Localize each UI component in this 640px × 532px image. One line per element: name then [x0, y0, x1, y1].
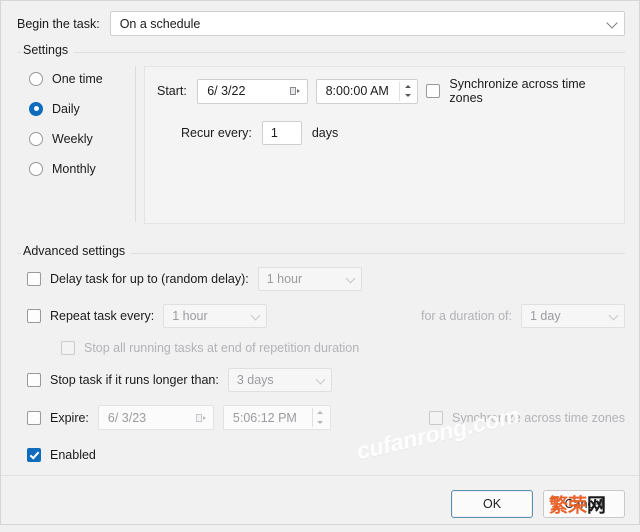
start-time-value: 8:00:00 AM	[326, 84, 389, 98]
recur-label: Recur every:	[181, 126, 252, 140]
delay-task-select[interactable]: 1 hour	[258, 267, 362, 291]
begin-task-row: Begin the task: On a schedule	[1, 1, 639, 36]
expire-sync-timezones-checkbox[interactable]: Synchronize across time zones	[429, 411, 625, 425]
delay-task-label: Delay task for up to (random delay):	[50, 272, 249, 286]
stop-task-longer-select[interactable]: 3 days	[228, 368, 332, 392]
advanced-settings-title: Advanced settings	[21, 244, 131, 258]
sync-timezones-checkbox-box	[426, 84, 440, 98]
dialog-footer: OK Cancel 繁荣网	[1, 475, 639, 532]
stop-task-longer-checkbox-box	[27, 373, 41, 387]
chevron-down-icon	[251, 311, 261, 321]
delay-task-row: Delay task for up to (random delay): 1 h…	[27, 267, 625, 291]
sync-timezones-checkbox[interactable]: Synchronize across time zones	[426, 77, 612, 105]
start-label: Start:	[157, 84, 189, 98]
repeat-interval-value: 1 hour	[172, 309, 207, 323]
sync-timezones-label: Synchronize across time zones	[449, 77, 612, 105]
cancel-button[interactable]: Cancel	[543, 490, 625, 518]
advanced-settings-body: Delay task for up to (random delay): 1 h…	[17, 255, 625, 462]
trigger-settings-dialog: Begin the task: On a schedule Settings O…	[0, 0, 640, 525]
stop-all-running-tasks-checkbox-box	[61, 341, 75, 355]
radio-monthly-label: Monthly	[52, 162, 96, 176]
advanced-settings-group: Advanced settings Delay task for up to (…	[17, 246, 625, 475]
repeat-task-checkbox-box	[27, 309, 41, 323]
stop-task-longer-checkbox[interactable]: Stop task if it runs longer than:	[27, 373, 219, 387]
begin-task-label: Begin the task:	[17, 17, 100, 31]
start-date-input[interactable]: 6/ 3/22	[197, 79, 307, 104]
delay-task-value: 1 hour	[267, 272, 302, 286]
expire-label: Expire:	[50, 411, 89, 425]
begin-task-select[interactable]: On a schedule	[110, 11, 625, 36]
radio-daily-indicator	[29, 102, 43, 116]
enabled-checkbox-box	[27, 448, 41, 462]
stop-all-running-tasks-checkbox[interactable]: Stop all running tasks at end of repetit…	[61, 341, 625, 355]
expire-date-value: 6/ 3/23	[108, 411, 146, 425]
expire-sync-timezones-label: Synchronize across time zones	[452, 411, 625, 425]
schedule-frequency-radiogroup: One time Daily Weekly Monthly	[17, 66, 129, 236]
settings-vertical-divider	[135, 66, 136, 222]
stop-all-running-tasks-row: Stop all running tasks at end of repetit…	[27, 341, 625, 355]
radio-weekly-label: Weekly	[52, 132, 93, 146]
start-time-input[interactable]: 8:00:00 AM	[316, 79, 419, 104]
recur-every-value: 1	[271, 126, 278, 140]
radio-weekly-indicator	[29, 132, 43, 146]
calendar-dropdown-icon[interactable]	[196, 413, 206, 423]
repeat-interval-select[interactable]: 1 hour	[163, 304, 267, 328]
chevron-down-icon	[609, 311, 619, 321]
settings-group-divider	[17, 52, 625, 53]
calendar-dropdown-icon[interactable]	[290, 86, 300, 96]
daily-settings-panel: Start: 6/ 3/22 8:00:00 AM	[144, 66, 625, 224]
start-row: Start: 6/ 3/22 8:00:00 AM	[157, 77, 612, 105]
radio-daily[interactable]: Daily	[29, 96, 129, 121]
chevron-down-icon	[606, 17, 617, 28]
time-spinner-icon[interactable]	[399, 82, 415, 101]
duration-select[interactable]: 1 day	[521, 304, 625, 328]
ok-button[interactable]: OK	[451, 490, 533, 518]
chevron-down-icon	[315, 375, 325, 385]
radio-one-time[interactable]: One time	[29, 66, 129, 91]
repeat-task-row: Repeat task every: 1 hour for a duration…	[27, 304, 625, 328]
expire-date-input[interactable]: 6/ 3/23	[98, 405, 214, 430]
radio-monthly-indicator	[29, 162, 43, 176]
expire-checkbox-box	[27, 411, 41, 425]
stop-task-longer-value: 3 days	[237, 373, 274, 387]
recur-row: Recur every: 1 days	[157, 121, 612, 145]
duration-value: 1 day	[530, 309, 561, 323]
stop-task-longer-row: Stop task if it runs longer than: 3 days	[27, 368, 625, 392]
recur-unit-label: days	[312, 126, 338, 140]
expire-time-value: 5:06:12 PM	[233, 411, 297, 425]
enabled-label: Enabled	[50, 448, 96, 462]
enabled-row: Enabled	[27, 448, 625, 462]
expire-checkbox[interactable]: Expire:	[27, 411, 89, 425]
enabled-checkbox[interactable]: Enabled	[27, 448, 96, 462]
expire-time-input[interactable]: 5:06:12 PM	[223, 405, 331, 430]
radio-monthly[interactable]: Monthly	[29, 156, 129, 181]
delay-task-checkbox-box	[27, 272, 41, 286]
begin-task-value: On a schedule	[120, 17, 201, 31]
settings-group: Settings One time Daily Weekly Monthly	[17, 45, 625, 236]
repeat-task-label: Repeat task every:	[50, 309, 154, 323]
settings-group-title: Settings	[21, 43, 74, 57]
duration-label: for a duration of:	[421, 309, 512, 323]
radio-one-time-label: One time	[52, 72, 103, 86]
cancel-button-wrapper: Cancel 繁荣网	[543, 490, 625, 518]
expire-row: Expire: 6/ 3/23 5:06:12 PM	[27, 405, 625, 430]
ok-button-label: OK	[483, 497, 501, 511]
recur-every-input[interactable]: 1	[262, 121, 302, 145]
time-spinner-icon[interactable]	[312, 408, 328, 427]
stop-task-longer-label: Stop task if it runs longer than:	[50, 373, 219, 387]
repeat-task-checkbox[interactable]: Repeat task every:	[27, 309, 154, 323]
radio-weekly[interactable]: Weekly	[29, 126, 129, 151]
cancel-button-label: Cancel	[565, 497, 604, 511]
delay-task-checkbox[interactable]: Delay task for up to (random delay):	[27, 272, 249, 286]
radio-daily-label: Daily	[52, 102, 80, 116]
radio-one-time-indicator	[29, 72, 43, 86]
stop-all-running-tasks-label: Stop all running tasks at end of repetit…	[84, 341, 359, 355]
chevron-down-icon	[345, 274, 355, 284]
start-date-value: 6/ 3/22	[207, 84, 245, 98]
expire-sync-timezones-checkbox-box	[429, 411, 443, 425]
settings-group-body: One time Daily Weekly Monthly St	[17, 54, 625, 236]
